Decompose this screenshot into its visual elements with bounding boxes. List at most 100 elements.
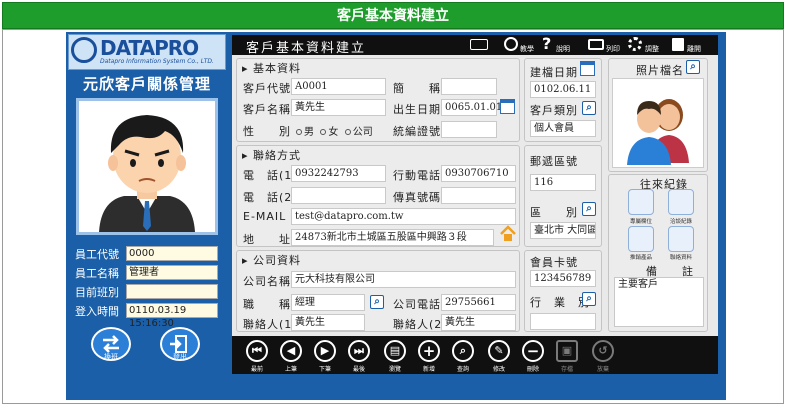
- home-icon: [500, 225, 516, 241]
- radio-male-label: 男: [304, 127, 314, 138]
- last-record-button[interactable]: ⏭: [348, 340, 370, 362]
- custom-fields-icon[interactable]: [628, 189, 654, 215]
- logo-text: DATAPRO: [100, 36, 199, 60]
- phone2-field[interactable]: [291, 187, 386, 204]
- fax-field[interactable]: [441, 187, 516, 204]
- printer-icon[interactable]: [588, 39, 604, 50]
- industry-field[interactable]: [530, 313, 596, 330]
- home-map-icon[interactable]: [499, 225, 517, 243]
- discard-label: 放棄: [596, 366, 609, 373]
- datapro-logo-icon: [71, 37, 97, 63]
- email-field[interactable]: test@datapro.com.tw: [291, 208, 516, 225]
- tax-id-label: 統編證號: [393, 125, 441, 138]
- phone1-field[interactable]: 0932242793: [291, 165, 386, 182]
- query-label: 查詢: [456, 366, 469, 373]
- radio-male[interactable]: [296, 129, 302, 135]
- radio-company[interactable]: [344, 129, 351, 135]
- people-icon: [627, 99, 689, 165]
- zip-field[interactable]: 116: [530, 174, 596, 191]
- short-name-field[interactable]: [441, 78, 497, 95]
- page-banner: 客戶基本資料建立: [2, 2, 784, 29]
- save-label: 存檔: [560, 366, 573, 373]
- district-search-button[interactable]: ⌕: [582, 202, 596, 216]
- radio-female[interactable]: [320, 129, 327, 135]
- browse-label: 瀏覽: [388, 366, 401, 373]
- industry-search-button[interactable]: ⌕: [582, 292, 596, 306]
- customer-photo[interactable]: [612, 78, 704, 168]
- mobile-field[interactable]: 0930706710: [441, 165, 516, 182]
- basic-info-title: ▸ 基本資料: [242, 62, 302, 75]
- contact1-label: 聯絡人(1): [243, 318, 298, 331]
- login-time-field[interactable]: 0110.03.19 15:16:30: [126, 303, 218, 329]
- category-search-button[interactable]: ⌕: [582, 101, 596, 115]
- next-record-button[interactable]: ▶: [314, 340, 336, 362]
- birth-date-label: 出生日期: [393, 103, 441, 116]
- edit-button[interactable]: ✎: [488, 340, 510, 362]
- photo-search-button[interactable]: ⌕: [686, 60, 700, 74]
- tax-id-field[interactable]: [441, 121, 497, 138]
- custom-fields-label: 專屬欄位: [629, 219, 652, 225]
- company-phone-field[interactable]: 29755661: [441, 294, 516, 311]
- basic-info-title-text: 基本資料: [253, 62, 302, 75]
- print-label: 列印: [606, 45, 620, 53]
- memo-field[interactable]: 主要客戶: [614, 277, 704, 327]
- position-search-button[interactable]: ⌕: [370, 295, 384, 309]
- mobile-label: 行動電話: [393, 169, 441, 182]
- discard-button[interactable]: ↺: [592, 340, 614, 362]
- company-name-label: 公司名稱: [243, 275, 291, 288]
- company-name-field[interactable]: 元大科技有限公司: [291, 271, 516, 288]
- shift-field[interactable]: [126, 284, 218, 299]
- address-field[interactable]: 24873新北市土城區五股區中興路３段: [291, 229, 494, 246]
- created-date-field[interactable]: 0102.06.11: [530, 81, 596, 98]
- logout-label: 登出: [173, 353, 187, 361]
- customer-name-field[interactable]: 黃先生: [291, 99, 386, 116]
- contact1-field[interactable]: 黃先生: [291, 314, 365, 331]
- district-field[interactable]: 臺北市 大同區: [530, 222, 596, 239]
- photo-filename-label: 照片檔名: [636, 64, 684, 77]
- created-calendar-icon[interactable]: [580, 61, 595, 76]
- contact-info-icon[interactable]: [668, 226, 694, 252]
- short-name-label: 簡 稱: [393, 82, 441, 95]
- district-label: 區 別: [530, 206, 578, 219]
- query-button[interactable]: ⌕: [452, 340, 474, 362]
- birth-date-field[interactable]: 0065.01.01: [441, 99, 502, 116]
- contact2-field[interactable]: 黃先生: [441, 314, 516, 331]
- logo-subtitle: Datapro Information System Co., LTD.: [100, 58, 214, 65]
- contact2-label: 聯絡人(2): [393, 318, 448, 331]
- browse-button[interactable]: ▤: [384, 340, 406, 362]
- gear-icon[interactable]: [628, 37, 642, 51]
- position-label: 職 稱: [243, 298, 291, 311]
- delete-label: 刪除: [526, 366, 539, 373]
- company-title: ▸ 公司資料: [242, 254, 302, 267]
- edit-label: 修改: [492, 366, 505, 373]
- customer-code-field[interactable]: A0001: [291, 78, 386, 95]
- last-record-label: 最後: [352, 366, 365, 373]
- first-record-button[interactable]: ⏮: [246, 340, 268, 362]
- help-label: 說明: [556, 45, 570, 53]
- position-field[interactable]: 經理: [291, 294, 365, 311]
- products-icon[interactable]: [628, 226, 654, 252]
- settings-label: 調整: [645, 45, 659, 53]
- login-time-label: 登入時間: [75, 305, 119, 318]
- calendar-icon[interactable]: [500, 99, 515, 114]
- member-card-field[interactable]: 123456789: [530, 270, 596, 287]
- delete-button[interactable]: −: [522, 340, 544, 362]
- leave-label: 離開: [687, 45, 701, 53]
- customer-category-field[interactable]: 個人會員: [530, 120, 596, 137]
- meeting-records-icon[interactable]: [668, 189, 694, 215]
- help-icon[interactable]: ?: [542, 34, 551, 53]
- teach-disc-icon[interactable]: [504, 37, 518, 51]
- customer-category-label: 客戶類別: [530, 104, 578, 117]
- employee-name-field[interactable]: 管理者: [126, 265, 218, 280]
- industry-label: 行 業 別: [530, 296, 590, 309]
- employee-id-field[interactable]: 0000: [126, 246, 218, 261]
- prev-record-button[interactable]: ◀: [280, 340, 302, 362]
- keyboard-icon[interactable]: [470, 39, 488, 50]
- first-record-label: 最前: [250, 366, 263, 373]
- exit-door-icon[interactable]: [672, 38, 684, 51]
- products-label: 推銷產品: [629, 255, 652, 261]
- customer-code-label: 客戶代號: [243, 82, 291, 95]
- add-button[interactable]: +: [418, 340, 440, 362]
- app-title: 元欣客戶關係管理: [82, 75, 211, 93]
- save-button[interactable]: ▣: [556, 340, 578, 362]
